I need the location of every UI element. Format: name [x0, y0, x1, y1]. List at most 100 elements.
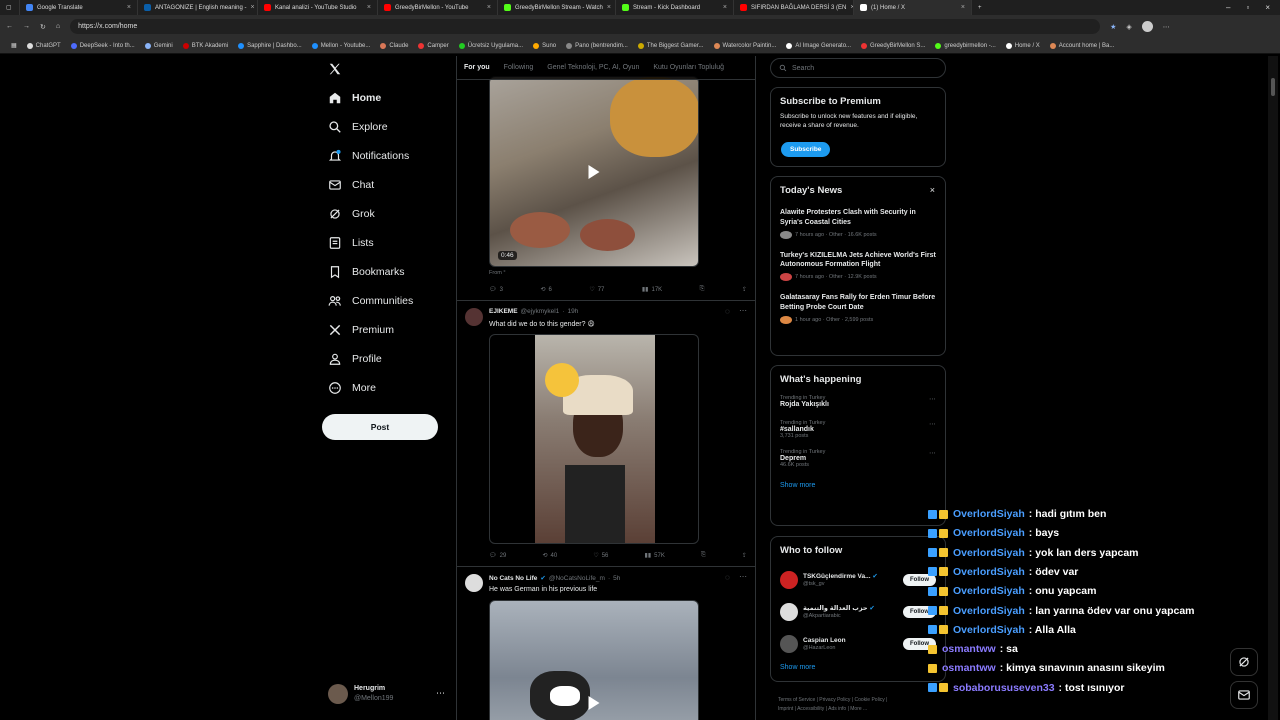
news-item[interactable]: Galatasaray Fans Rally for Erden Timur B…: [780, 293, 936, 324]
bookmark-item[interactable]: Claude: [375, 42, 413, 49]
more-dots-icon[interactable]: ⋯: [929, 420, 936, 428]
menu-icon[interactable]: ⋯: [1163, 23, 1170, 31]
bookmark-icon[interactable]: ⎘: [701, 552, 706, 559]
close-icon[interactable]: ×: [487, 4, 491, 11]
reply-button[interactable]: 💬︎ 3: [489, 286, 503, 294]
more-dots-icon[interactable]: ⋯: [739, 572, 747, 581]
home-icon[interactable]: ⌂: [56, 23, 60, 30]
footer-line[interactable]: Imprint | Accessibility | Ads info | Mor…: [778, 705, 887, 714]
tweet-time[interactable]: 19h: [567, 308, 578, 315]
browser-tab[interactable]: Google Translate ×: [20, 0, 138, 15]
grok-fab[interactable]: [1230, 648, 1258, 676]
post-button[interactable]: Post: [322, 414, 438, 440]
sidebar-item-premium[interactable]: Premium: [328, 323, 394, 337]
more-dots-icon[interactable]: ⋯: [929, 395, 936, 403]
trend-item[interactable]: Trending in Turkey #sallandık 3,731 post…: [780, 420, 936, 439]
tweet-video[interactable]: [489, 334, 699, 544]
close-icon[interactable]: ×: [723, 4, 727, 11]
scrollbar[interactable]: [1268, 56, 1278, 720]
bookmark-item[interactable]: Gemini: [140, 42, 178, 49]
scrollbar-thumb[interactable]: [1271, 78, 1275, 96]
forward-icon[interactable]: →: [23, 23, 30, 30]
show-more-link[interactable]: Show more: [780, 482, 936, 489]
maximize-icon[interactable]: ▫: [1246, 3, 1249, 12]
bookmark-item[interactable]: GreedyBirMellon S...: [856, 42, 930, 49]
more-dots-icon[interactable]: ⋯: [929, 449, 936, 457]
author-name[interactable]: No Cats No Life: [489, 575, 537, 582]
grok-icon[interactable]: ◌: [725, 307, 730, 316]
sidebar-item-lists[interactable]: Lists: [328, 236, 374, 250]
bookmark-item[interactable]: Ücretsiz Uygulama...: [454, 42, 528, 49]
follow-suggestion[interactable]: حزب العدالة والتنمية ✔ @Akpartiarabic Fol…: [780, 596, 936, 628]
trend-item[interactable]: Trending in Turkey Rojda Yakışıklı ⋯: [780, 395, 936, 408]
bookmark-item[interactable]: greedybirmellon -...: [930, 42, 1000, 49]
grok-icon[interactable]: ◌: [725, 573, 730, 582]
footer-line[interactable]: Terms of Service | Privacy Policy | Cook…: [778, 696, 887, 705]
bookmark-item[interactable]: Mellon - Youtube...: [307, 42, 376, 49]
bookmark-item[interactable]: Watercolor Paintin...: [709, 42, 782, 49]
browser-tab[interactable]: SIFIRDAN BAĞLAMA DERSİ 3 (EN×: [734, 0, 854, 15]
tab-for-you[interactable]: For you: [457, 64, 497, 71]
author-name[interactable]: EJIKEME: [489, 308, 518, 315]
browser-tab[interactable]: GreedyBirMellon - YouTube ×: [378, 0, 498, 15]
back-icon[interactable]: ←: [6, 23, 13, 30]
bookmark-item[interactable]: Suno: [528, 42, 561, 49]
repost-button[interactable]: ⟲ 6: [540, 286, 551, 294]
sidebar-item-bookmarks[interactable]: Bookmarks: [328, 265, 405, 279]
star-icon[interactable]: ★: [1110, 23, 1116, 31]
show-more-link[interactable]: Show more: [780, 664, 936, 671]
profile-avatar-icon[interactable]: [1141, 21, 1153, 32]
browser-tab[interactable]: Kanal analizi - YouTube Studio ×: [258, 0, 378, 15]
trend-item[interactable]: Trending in Turkey Deprem 46.6K posts ⋯: [780, 449, 936, 468]
sidebar-item-grok[interactable]: Grok: [328, 207, 375, 221]
author-handle[interactable]: @ejykmykel1: [521, 308, 560, 315]
views-button[interactable]: ▮▮ 17K: [642, 286, 662, 294]
share-icon[interactable]: ⇪: [742, 552, 747, 559]
close-icon[interactable]: ×: [367, 4, 371, 11]
news-item[interactable]: Alawite Protesters Clash with Security i…: [780, 208, 936, 239]
sidebar-item-home[interactable]: Home: [328, 91, 381, 105]
follow-suggestion[interactable]: Caspian Leon @HazarLeon Follow: [780, 628, 936, 660]
news-item[interactable]: Turkey's KIZILELMA Jets Achieve World's …: [780, 251, 936, 282]
tweet-video[interactable]: [489, 600, 699, 720]
browser-tab[interactable]: Stream - Kick Dashboard ×: [616, 0, 734, 15]
bookmark-item[interactable]: Pano (bentrendim...: [561, 42, 633, 49]
close-window-icon[interactable]: ×: [1265, 3, 1270, 12]
search-input[interactable]: Search: [770, 58, 946, 78]
sidebar-item-communities[interactable]: Communities: [328, 294, 413, 308]
tab-community[interactable]: Kutu Oyunları Topluluğ: [646, 64, 731, 71]
tab-menu-icon[interactable]: ▢: [0, 0, 20, 15]
tweet-time[interactable]: 5h: [613, 575, 620, 582]
avatar[interactable]: [465, 308, 483, 326]
close-icon[interactable]: ×: [250, 4, 254, 11]
play-icon[interactable]: [588, 164, 600, 179]
more-dots-icon[interactable]: ⋯: [436, 688, 445, 699]
tweet-video[interactable]: 0:46: [489, 76, 699, 267]
account-switcher[interactable]: Herugrim @Mellon199: [328, 684, 393, 704]
like-button[interactable]: ♡ 77: [589, 286, 604, 294]
new-tab-button[interactable]: +: [972, 0, 992, 15]
like-button[interactable]: ♡ 56: [593, 552, 608, 560]
browser-tab-active[interactable]: (1) Home / X ×: [854, 0, 972, 15]
apps-icon[interactable]: ▦: [6, 42, 22, 49]
share-icon[interactable]: ⇪: [742, 286, 747, 293]
more-dots-icon[interactable]: ⋯: [739, 306, 747, 315]
follow-suggestion[interactable]: TSKGüçlendirme Va... ✔ @tsk_gv Follow: [780, 564, 936, 596]
bookmark-item[interactable]: AI Image Generato...: [781, 42, 856, 49]
avatar[interactable]: [465, 574, 483, 592]
sidebar-item-chat[interactable]: Chat: [328, 178, 374, 192]
browser-tab[interactable]: ANTAGONIZE | English meaning - ×: [138, 0, 258, 15]
browser-tab[interactable]: GreedyBirMellon Stream - Watch ×: [498, 0, 616, 15]
close-icon[interactable]: ×: [127, 4, 131, 11]
close-icon[interactable]: ×: [961, 4, 965, 11]
author-handle[interactable]: @NoCatsNoLife_m: [549, 575, 605, 582]
close-icon[interactable]: ×: [930, 185, 935, 195]
x-logo-icon[interactable]: [328, 62, 342, 76]
minimize-icon[interactable]: –: [1226, 3, 1230, 12]
bookmark-item[interactable]: Account home | Ba...: [1045, 42, 1120, 49]
bookmark-item[interactable]: The Biggest Gamer...: [633, 42, 709, 49]
repost-button[interactable]: ⟲ 40: [542, 552, 557, 560]
reload-icon[interactable]: ↻: [40, 23, 46, 31]
bookmark-item[interactable]: DeepSeek - Into th...: [66, 42, 140, 49]
bookmark-item[interactable]: ChatGPT: [22, 42, 66, 49]
